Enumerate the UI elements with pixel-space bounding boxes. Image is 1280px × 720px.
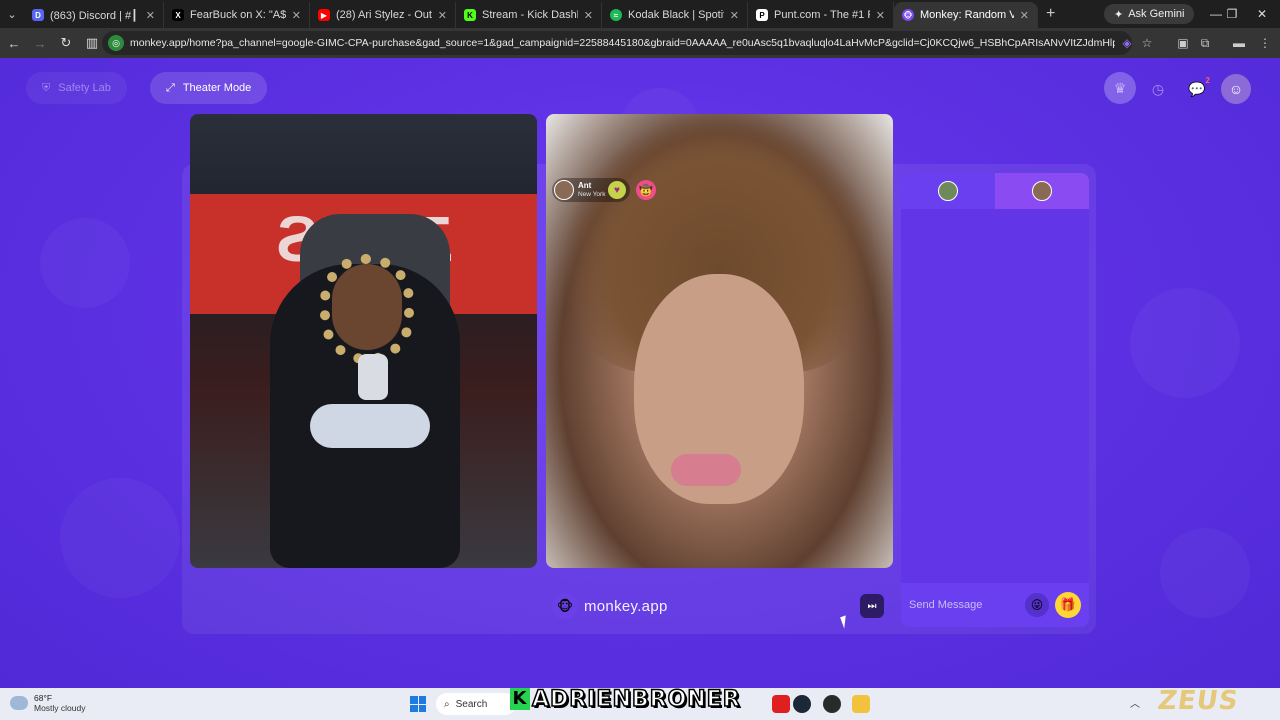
tab-youtube[interactable]: ▶ (28) Ari Stylez - Out The Mi ✕ <box>310 2 456 28</box>
cloud-icon <box>10 696 28 710</box>
tab-x-fearbuck[interactable]: X FearBuck on X: "A$AP Rocky ✕ <box>164 2 310 28</box>
site-info-icon[interactable]: ◎ <box>108 35 124 51</box>
close-icon[interactable]: ✕ <box>146 9 155 22</box>
address-bar[interactable]: ◎ monkey.app/home?pa_channel=google-GIMC… <box>102 31 1132 55</box>
tab-monkey[interactable]: 🐵 Monkey: Random Video ✕ <box>894 2 1038 28</box>
monkey-watermark: 🐵 monkey.app <box>552 593 668 619</box>
skip-next-button[interactable]: ⏭ <box>860 594 884 618</box>
windows-start-icon[interactable] <box>410 696 426 712</box>
close-icon[interactable]: ✕ <box>292 9 301 22</box>
extension-shield-icon[interactable]: ◈ <box>1116 32 1138 54</box>
streamer-head <box>332 264 402 350</box>
forward-arrow-icon[interactable]: → <box>28 31 52 55</box>
extensions-puzzle-icon[interactable]: ⧉ <box>1194 32 1216 54</box>
expand-icon: ⤢ <box>166 81 175 94</box>
chat-message-input[interactable]: Send Message 😜 🎁 <box>901 583 1089 627</box>
side-panel-icon[interactable]: ▥ <box>80 31 104 55</box>
theater-mode-button[interactable]: ⤢ Theater Mode <box>150 72 268 104</box>
caller-avatar <box>554 180 574 200</box>
heart-icon[interactable]: ♥ <box>608 181 626 199</box>
messages-badge: 2 <box>1205 76 1210 85</box>
kick-icon: K <box>464 9 476 21</box>
tray-chevron-icon[interactable]: ︿ <box>1130 695 1142 713</box>
browser-tab-bar: ⌄ D (863) Discord | #┃ react ✕ X FearBuc… <box>0 0 1280 28</box>
background-blob <box>40 218 130 308</box>
messages-icon[interactable]: 💬 2 <box>1182 74 1212 104</box>
tab-punt[interactable]: P Punt.com - The #1 Free to P ✕ <box>748 2 894 28</box>
safety-lab-button[interactable]: ⛨ Safety Lab <box>26 72 127 104</box>
monkey-logo-icon: 🐵 <box>552 593 578 619</box>
discord-icon: D <box>32 9 44 21</box>
close-icon[interactable]: ✕ <box>438 9 447 22</box>
taskbar-search[interactable]: ⌕ Search <box>436 693 516 715</box>
spotify-icon: ≈ <box>610 9 622 21</box>
browser-toolbar: ← → ↻ ▥ ◎ monkey.app/home?pa_channel=goo… <box>0 28 1280 58</box>
file-explorer-icon[interactable] <box>852 695 870 713</box>
youtube-icon: ▶ <box>318 9 330 21</box>
local-video-feed: ZEUS <box>190 114 537 568</box>
close-icon[interactable]: ✕ <box>584 9 593 22</box>
window-close-icon[interactable]: ✕ <box>1244 0 1280 28</box>
tab-kick[interactable]: K Stream - Kick Dashboard ✕ <box>456 2 602 28</box>
chat-panel: Send Message 😜 🎁 <box>901 173 1089 627</box>
history-clock-icon[interactable]: ◷ <box>1143 74 1173 104</box>
obs-icon[interactable] <box>823 695 841 713</box>
chat-tab-partner[interactable] <box>901 173 995 209</box>
emoji-icon[interactable]: 😜 <box>1025 593 1049 617</box>
gemini-sparkle-icon: ✦ <box>1114 8 1124 21</box>
tab-discord[interactable]: D (863) Discord | #┃ react ✕ <box>24 2 164 28</box>
zeus-brand-logo: ZEUS <box>1155 686 1241 716</box>
close-icon[interactable]: ✕ <box>730 9 739 22</box>
url-text[interactable]: monkey.app/home?pa_channel=google-GIMC-C… <box>130 37 1115 49</box>
kick-logo-icon: K <box>510 688 530 710</box>
remote-user-mouth <box>671 454 741 486</box>
x-icon: X <box>172 9 184 21</box>
background-blob <box>1160 528 1250 618</box>
search-icon: ⌕ <box>444 698 450 710</box>
tab-search-chevron-icon[interactable]: ⌄ <box>0 0 24 28</box>
close-icon[interactable]: ✕ <box>876 9 885 22</box>
profile-icon[interactable]: ▬ <box>1228 32 1250 54</box>
caller-avatar-small <box>1032 181 1052 201</box>
shield-icon: ⛨ <box>42 81 51 94</box>
user-avatar[interactable]: ☺ <box>1221 74 1251 104</box>
monkey-icon: 🐵 <box>902 9 914 21</box>
emoji-reaction-icon[interactable]: 🤠 <box>636 180 656 200</box>
reload-icon[interactable]: ↻ <box>54 31 78 55</box>
app-red-icon[interactable] <box>772 695 790 713</box>
hoodie-graphic <box>310 404 430 448</box>
close-icon[interactable]: ✕ <box>1020 9 1029 22</box>
gift-icon[interactable]: 🎁 <box>1055 592 1081 618</box>
extension-badge-icon[interactable]: ▣ <box>1172 32 1194 54</box>
bookmark-star-icon[interactable]: ☆ <box>1136 32 1158 54</box>
browser-menu-icon[interactable]: ⋮ <box>1254 32 1276 54</box>
steam-icon[interactable] <box>793 695 811 713</box>
back-arrow-icon[interactable]: ← <box>2 31 26 55</box>
chat-tab-user[interactable] <box>995 173 1089 209</box>
new-tab-plus-icon[interactable]: + <box>1046 5 1055 23</box>
background-blob <box>1130 288 1240 398</box>
partner-avatar <box>938 181 958 201</box>
background-blob <box>60 478 180 598</box>
tab-spotify[interactable]: ≈ Kodak Black | Spotify ✕ <box>602 2 748 28</box>
punt-icon: P <box>756 9 768 21</box>
crown-icon[interactable]: ♛ <box>1104 72 1136 104</box>
chain-pendant <box>358 354 388 400</box>
caller-location: New York <box>578 191 606 198</box>
ask-gemini-button[interactable]: ✦ Ask Gemini <box>1104 4 1195 24</box>
caller-name: Ant <box>578 181 592 190</box>
streamer-name-overlay: K ADRIENBRONER <box>510 684 741 714</box>
weather-widget[interactable]: 68°F Mostly cloudy <box>10 693 86 713</box>
